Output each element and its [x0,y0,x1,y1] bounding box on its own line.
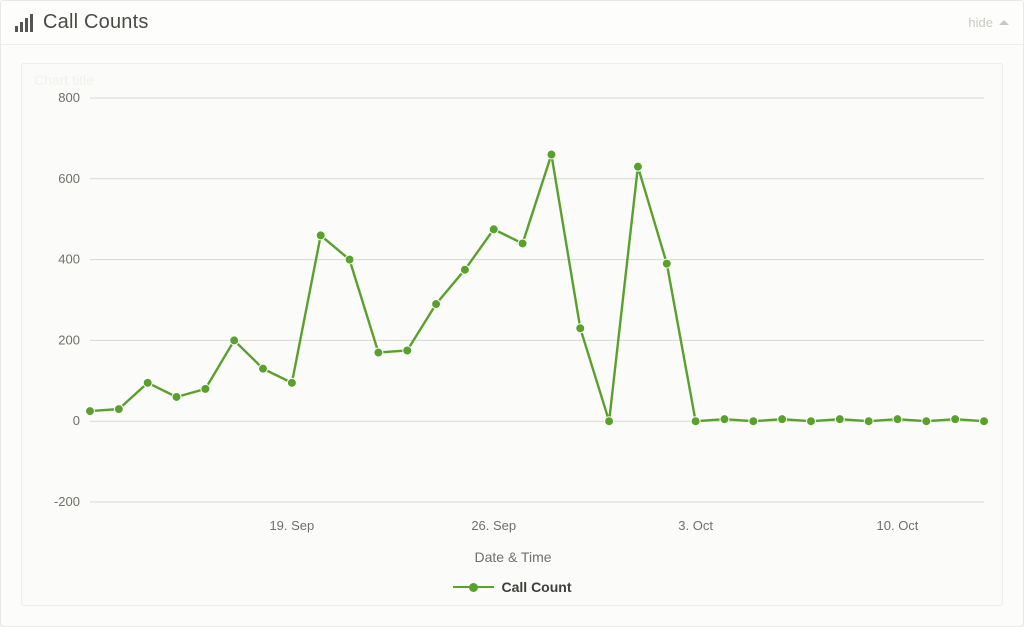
hide-label: hide [968,15,993,30]
x-axis-title: Date & Time [474,549,551,565]
chart-panel: Call Counts hide Chart title -200 0 200 400… [0,0,1024,627]
series-marker [633,162,642,171]
series-marker [749,417,758,426]
y-tick-label: 800 [58,90,80,105]
x-axis-ticks: 19. Sep 26. Sep 3. Oct 10. Oct [269,518,918,533]
series-marker [835,415,844,424]
series-marker [518,239,527,248]
series-marker [980,417,989,426]
x-tick-label: 10. Oct [877,518,919,533]
series-marker [951,415,960,424]
chart-legend: Call Count [22,579,1002,595]
series-marker [547,150,556,159]
series-marker [806,417,815,426]
series-marker [114,405,123,414]
panel-title: Call Counts [43,11,149,34]
x-tick-label: 19. Sep [269,518,314,533]
y-tick-label: -200 [54,494,80,509]
series-marker [922,417,931,426]
y-tick-label: 400 [58,252,80,267]
panel-header: Call Counts hide [1,1,1023,45]
x-tick-label: 26. Sep [471,518,516,533]
series-marker [316,231,325,240]
series-marker [374,348,383,357]
series-marker [720,415,729,424]
series-marker [778,415,787,424]
series-marker [403,346,412,355]
series-marker [460,265,469,274]
series-line [90,155,984,422]
series-marker [864,417,873,426]
series-marker [259,364,268,373]
series-marker [432,300,441,309]
series-marker [172,392,181,401]
y-tick-label: 600 [58,171,80,186]
y-grid [90,98,984,502]
y-tick-label: 0 [73,413,80,428]
series-marker [201,384,210,393]
chevron-up-icon [999,20,1009,25]
series-marker [893,415,902,424]
series-marker [691,417,700,426]
legend-swatch [453,583,494,592]
series-marker [576,324,585,333]
series-marker [287,378,296,387]
chart-bars-icon [15,14,33,32]
chart-container: Chart title -200 0 200 400 600 800 19. Sep 26.… [21,63,1003,606]
series-marker [143,378,152,387]
series-marker [662,259,671,268]
hide-toggle[interactable]: hide [968,15,1009,30]
series-marker [345,255,354,264]
x-tick-label: 3. Oct [678,518,713,533]
line-chart: -200 0 200 400 600 800 19. Sep 26. Sep 3. Oct 10… [22,64,1004,607]
series-markers [86,150,989,426]
chart-subtitle: Chart title [34,72,94,88]
y-axis-ticks: -200 0 200 400 600 800 [54,90,80,509]
series-marker [86,407,95,416]
series-marker [605,417,614,426]
legend-label: Call Count [502,579,572,595]
series-marker [230,336,239,345]
y-tick-label: 200 [58,332,80,347]
series-marker [489,225,498,234]
